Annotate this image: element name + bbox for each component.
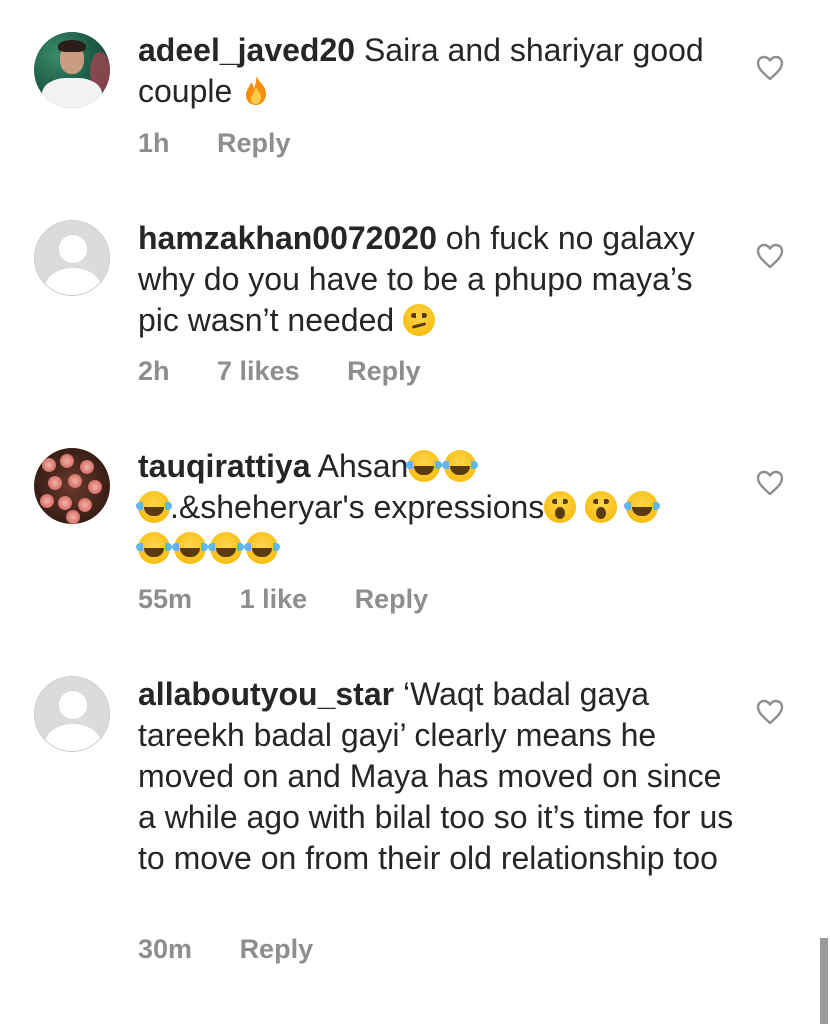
reply-button[interactable]: Reply (355, 584, 429, 614)
comment-body: adeel_javed20 Saira and shariyar good co… (138, 30, 738, 112)
comment-likes[interactable]: 7 likes (217, 356, 300, 386)
avatar[interactable] (34, 676, 110, 752)
heart-outline-icon[interactable] (756, 55, 784, 81)
scrollbar[interactable] (820, 938, 828, 1024)
tears-of-joy-emoji-icon (208, 532, 244, 564)
reply-button[interactable]: Reply (347, 356, 421, 386)
avatar[interactable] (34, 220, 110, 296)
tears-of-joy-emoji-icon (172, 532, 208, 564)
comment-body: tauqirattiya Ahsan .&sheheryar's express… (136, 446, 738, 569)
comment-text: Ahsan (317, 448, 409, 484)
comment-username[interactable]: adeel_javed20 (138, 32, 355, 68)
comment-likes[interactable]: 1 like (240, 584, 308, 614)
comment-text: .&sheheryar's expressions (170, 489, 545, 525)
comment-time: 1h (138, 128, 170, 158)
hushed-face-emoji-icon (585, 491, 618, 523)
tears-of-joy-emoji-icon (442, 450, 479, 482)
hushed-face-emoji-icon (544, 491, 577, 523)
comment-meta: 2h 7 likes Reply (138, 356, 461, 387)
comment-body: allaboutyou_star ‘Waqt badal gaya tareek… (138, 674, 738, 879)
comment-meta: 1h Reply (138, 128, 331, 159)
comment-username[interactable]: tauqirattiya (138, 448, 310, 484)
tears-of-joy-emoji-icon (136, 532, 172, 564)
avatar[interactable] (34, 32, 110, 108)
heart-outline-icon[interactable] (756, 699, 784, 725)
fire-emoji-icon (241, 73, 271, 107)
comment-time: 2h (138, 356, 170, 386)
tears-of-joy-emoji-icon (624, 491, 661, 523)
comment-meta: 55m 1 like Reply (138, 584, 468, 615)
reply-button[interactable]: Reply (240, 934, 314, 964)
comment-username[interactable]: allaboutyou_star (138, 676, 394, 712)
comment-body: hamzakhan0072020 oh fuck no galaxy why d… (138, 218, 738, 341)
comment-meta: 30m Reply (138, 934, 353, 965)
tears-of-joy-emoji-icon (136, 491, 172, 523)
avatar[interactable] (34, 448, 110, 524)
comment-time: 30m (138, 934, 193, 964)
confused-face-emoji-icon (403, 304, 436, 336)
heart-outline-icon[interactable] (756, 470, 784, 496)
reply-button[interactable]: Reply (217, 128, 291, 158)
heart-outline-icon[interactable] (756, 243, 784, 269)
comment-time: 55m (138, 584, 193, 614)
tears-of-joy-emoji-icon (406, 450, 443, 482)
tears-of-joy-emoji-icon (244, 532, 280, 564)
comment-username[interactable]: hamzakhan0072020 (138, 220, 437, 256)
